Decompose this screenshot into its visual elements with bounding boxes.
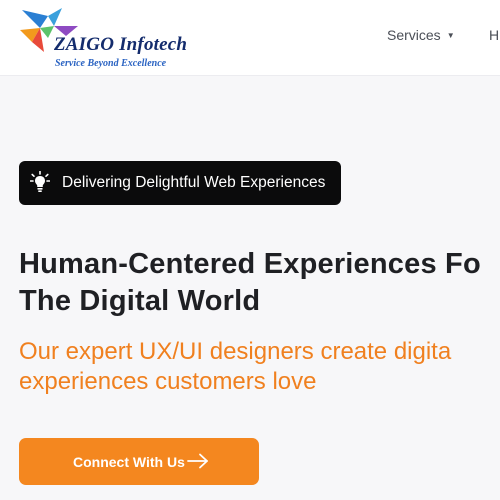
hero-headline: Human-Centered Experiences Fo The Digita… [19, 246, 500, 320]
company-logo[interactable]: ZAIGO Infotech Service Beyond Excellence [18, 6, 198, 69]
page: ZAIGO Infotech Service Beyond Excellence… [0, 0, 500, 500]
hero-headline-line-1: Human-Centered Experiences Fo [19, 248, 481, 280]
connect-with-us-label: Connect With Us [73, 454, 185, 470]
logo-tagline: Service Beyond Excellence [55, 58, 167, 69]
arrow-right-icon [187, 453, 208, 469]
hero-subheadline-line-1: Our expert UX/UI designers create digita [19, 338, 452, 365]
nav-item-services[interactable]: Services ▼ [387, 27, 455, 43]
nav-item-services-label: Services [387, 27, 441, 43]
site-header: ZAIGO Infotech Service Beyond Excellence… [0, 0, 500, 76]
hero-badge-text: Delivering Delightful Web Experiences [62, 174, 326, 191]
hero-subheadline-line-2: experiences customers love [19, 368, 317, 395]
hero-badge: Delivering Delightful Web Experiences [19, 161, 341, 205]
hero-subheadline: Our expert UX/UI designers create digita… [19, 337, 500, 397]
nav-item-next[interactable]: Hi [489, 27, 500, 43]
connect-with-us-button[interactable]: Connect With Us [19, 438, 259, 485]
logo-name: ZAIGO Infotech [54, 34, 188, 55]
hero-headline-line-2: The Digital World [19, 285, 261, 317]
caret-down-icon: ▼ [446, 31, 455, 40]
lightbulb-icon [30, 171, 50, 192]
